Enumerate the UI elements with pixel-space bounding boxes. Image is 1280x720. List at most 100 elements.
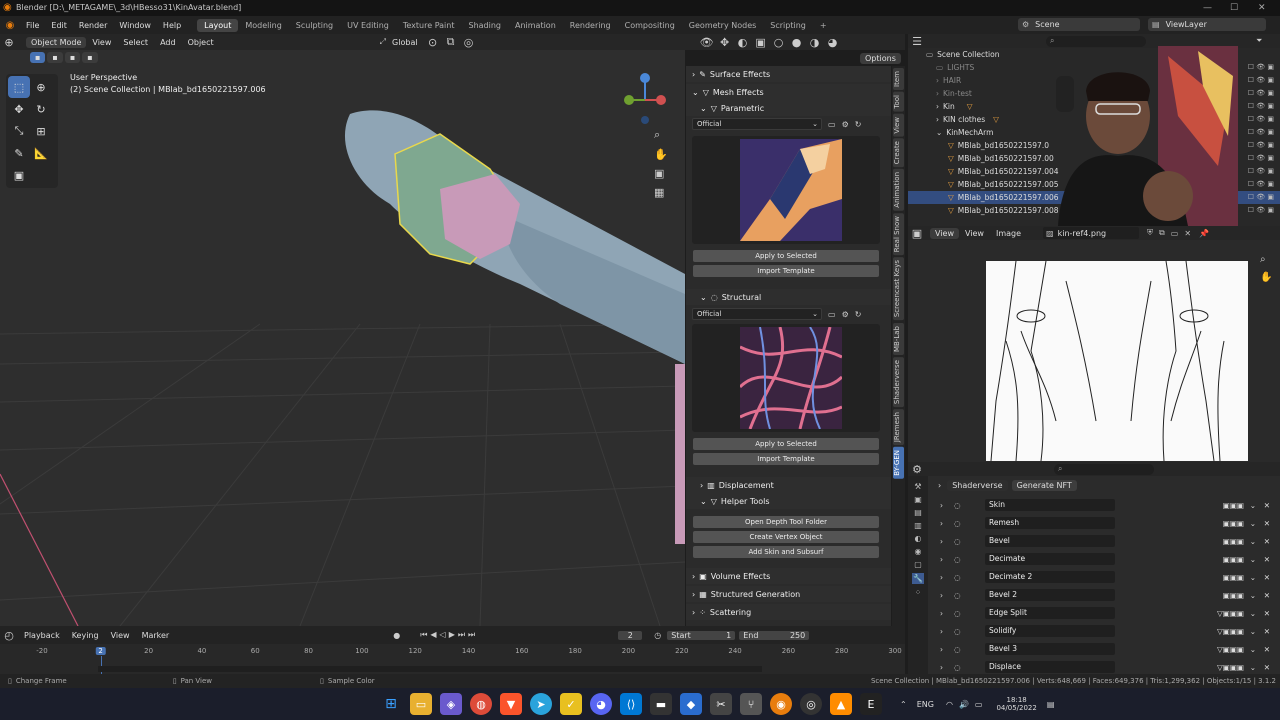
- add-workspace-icon[interactable]: +: [813, 19, 834, 32]
- pin-icon[interactable]: 📌: [1199, 229, 1209, 238]
- chevron-down-icon[interactable]: ⌄: [1250, 609, 1256, 618]
- tab-uv-editing[interactable]: UV Editing: [340, 19, 396, 32]
- minimize-icon[interactable]: —: [1203, 0, 1212, 16]
- chevron-down-icon[interactable]: ⌄: [1250, 591, 1256, 600]
- tab-screencast-keys[interactable]: Screencast Keys: [893, 257, 904, 321]
- battery-icon[interactable]: ▭: [975, 700, 983, 709]
- close-icon[interactable]: ✕: [1264, 609, 1270, 618]
- select-subtract-icon[interactable]: ▪: [64, 52, 81, 63]
- end-frame-field[interactable]: End 250: [739, 630, 810, 640]
- tab-geometry-nodes[interactable]: Geometry Nodes: [682, 19, 763, 32]
- visibility-icon[interactable]: ▣▣▣: [1223, 519, 1244, 528]
- close-icon[interactable]: ✕: [1264, 501, 1270, 510]
- close-icon[interactable]: ✕: [1264, 519, 1270, 528]
- scene-tab-icon[interactable]: ◐: [915, 534, 922, 543]
- visibility-icon[interactable]: ☐ 👁 ▣: [1248, 141, 1274, 149]
- tab-compositing[interactable]: Compositing: [618, 19, 682, 32]
- visibility-icon[interactable]: ☐ 👁 ▣: [1248, 115, 1274, 123]
- snap-icon[interactable]: ⧉: [442, 33, 460, 51]
- modifier-row[interactable]: › ◌ Decimate 2 ▣▣▣ ⌄ ✕: [928, 568, 1280, 586]
- visibility-icon[interactable]: ☐ 👁 ▣: [1248, 89, 1274, 97]
- close-icon[interactable]: ✕: [1264, 537, 1270, 546]
- chevron-down-icon[interactable]: ⌄: [1250, 573, 1256, 582]
- viewport-menu-view[interactable]: View: [86, 38, 117, 47]
- telegram-icon[interactable]: ➤: [530, 693, 552, 715]
- current-frame-field[interactable]: 2: [618, 630, 643, 640]
- folder-icon[interactable]: ▭: [828, 120, 836, 129]
- settings-icon[interactable]: ⚙: [842, 120, 849, 129]
- rotate-tool-icon[interactable]: ↻: [30, 98, 52, 120]
- measure-tool-icon[interactable]: 📐: [30, 142, 52, 164]
- 3d-viewport[interactable]: User Perspective (2) Scene Collection | …: [0, 34, 685, 626]
- epic-games-icon[interactable]: E: [860, 693, 882, 715]
- select-box-tool-icon[interactable]: ⬚: [8, 76, 30, 98]
- modifier-row[interactable]: › ◌ Edge Split ▽▣▣▣ ⌄ ✕: [928, 604, 1280, 622]
- timeline-ruler[interactable]: -20 2 20 40 60 80 100 120 140 160 180 200 220 240 260 2…: [0, 644, 905, 674]
- apply-to-selected-button-2[interactable]: Apply to Selected: [693, 438, 879, 450]
- modifier-row[interactable]: › ◌ Bevel 3 ▽▣▣▣ ⌄ ✕: [928, 640, 1280, 658]
- chevron-down-icon[interactable]: ⌄: [1250, 663, 1256, 672]
- settings-icon[interactable]: ⚙: [842, 310, 849, 319]
- annotate-tool-icon[interactable]: ✎: [8, 142, 30, 164]
- scene-selector[interactable]: ⚙ Scene: [1018, 18, 1140, 31]
- menu-window[interactable]: Window: [113, 21, 157, 30]
- close-icon[interactable]: ✕: [1264, 627, 1270, 636]
- options-button[interactable]: Options: [860, 53, 901, 64]
- image-selector[interactable]: ▨ kin-ref4.png: [1043, 227, 1140, 239]
- chevron-down-icon[interactable]: ⌄: [1250, 501, 1256, 510]
- tab-animation[interactable]: Animation: [508, 19, 563, 32]
- modifier-name[interactable]: Solidify: [985, 625, 1115, 637]
- close-icon[interactable]: ✕: [1184, 229, 1191, 238]
- chevron-down-icon[interactable]: ⌄: [1250, 645, 1256, 654]
- language-indicator[interactable]: ENG: [917, 700, 934, 709]
- visibility-icon[interactable]: ▽▣▣▣: [1217, 609, 1244, 618]
- menu-file[interactable]: File: [20, 21, 45, 30]
- pan-hand-icon[interactable]: ✋: [654, 148, 668, 161]
- modifier-row[interactable]: › ◌ Bevel ▣▣▣ ⌄ ✕: [928, 532, 1280, 550]
- apply-to-selected-button[interactable]: Apply to Selected: [693, 250, 879, 262]
- object-tab-icon[interactable]: ▢: [914, 560, 922, 569]
- visibility-icon[interactable]: ▽▣▣▣: [1217, 663, 1244, 672]
- proportional-edit-icon[interactable]: ◎: [460, 33, 478, 51]
- modifier-row[interactable]: › ◌ Skin ▣▣▣ ⌄ ✕: [928, 496, 1280, 514]
- tab-rendering[interactable]: Rendering: [563, 19, 618, 32]
- modifier-name[interactable]: Decimate: [985, 553, 1115, 565]
- clock[interactable]: 18:18 04/05/2022: [996, 696, 1036, 712]
- shading-material-icon[interactable]: ◑: [806, 33, 824, 51]
- modifier-row[interactable]: › ◌ Displace ▽▣▣▣ ⌄ ✕: [928, 658, 1280, 675]
- select-invert-icon[interactable]: ▪: [82, 52, 98, 63]
- viewlayer-selector[interactable]: ▤ ViewLayer: [1148, 18, 1266, 31]
- pan-hand-icon[interactable]: ✋: [1260, 272, 1272, 283]
- particles-tab-icon[interactable]: ⁘: [915, 588, 922, 597]
- tab-modeling[interactable]: Modeling: [238, 19, 288, 32]
- volume-icon[interactable]: 🔊: [959, 700, 969, 709]
- tool-tab-icon[interactable]: ⚒: [914, 482, 921, 491]
- vscode-icon[interactable]: ⟨⟩: [620, 693, 642, 715]
- editor-type-icon[interactable]: ⊕: [0, 33, 18, 51]
- structural-preview[interactable]: [692, 324, 880, 432]
- import-template-button-2[interactable]: Import Template: [693, 453, 879, 465]
- file-explorer-icon[interactable]: ▭: [410, 693, 432, 715]
- visibility-icon[interactable]: ▣▣▣: [1223, 555, 1244, 564]
- helper-tools-header[interactable]: ⌄ ▽ Helper Tools: [686, 493, 891, 509]
- visibility-icon[interactable]: ▽▣▣▣: [1217, 627, 1244, 636]
- visibility-icon[interactable]: ☐ 👁 ▣: [1248, 102, 1274, 110]
- world-tab-icon[interactable]: ◉: [915, 547, 922, 556]
- move-tool-icon[interactable]: ✥: [8, 98, 30, 120]
- view-layer-tab-icon[interactable]: ▥: [914, 521, 922, 530]
- teams-icon[interactable]: ◈: [440, 693, 462, 715]
- modifier-row[interactable]: › ◌ Solidify ▽▣▣▣ ⌄ ✕: [928, 622, 1280, 640]
- transform-orientation[interactable]: Global: [386, 38, 424, 47]
- tab-shaderverse[interactable]: Shaderverse: [893, 356, 904, 407]
- parametric-library-dropdown[interactable]: Official ⌄: [692, 118, 822, 130]
- shading-solid-icon[interactable]: ●: [788, 33, 806, 51]
- tab-by-gen[interactable]: BY-GEN: [893, 446, 904, 479]
- timeline-menu-marker[interactable]: Marker: [136, 631, 176, 640]
- parametric-header[interactable]: ⌄ ▽ Parametric: [686, 100, 891, 116]
- visibility-icon[interactable]: ☐ 👁 ▣: [1248, 180, 1274, 188]
- modifier-name[interactable]: Decimate 2: [985, 571, 1115, 583]
- close-icon[interactable]: ✕: [1264, 555, 1270, 564]
- chevron-down-icon[interactable]: ⌄: [1250, 627, 1256, 636]
- terminal-icon[interactable]: ▬: [650, 693, 672, 715]
- close-icon[interactable]: ✕: [1258, 0, 1266, 16]
